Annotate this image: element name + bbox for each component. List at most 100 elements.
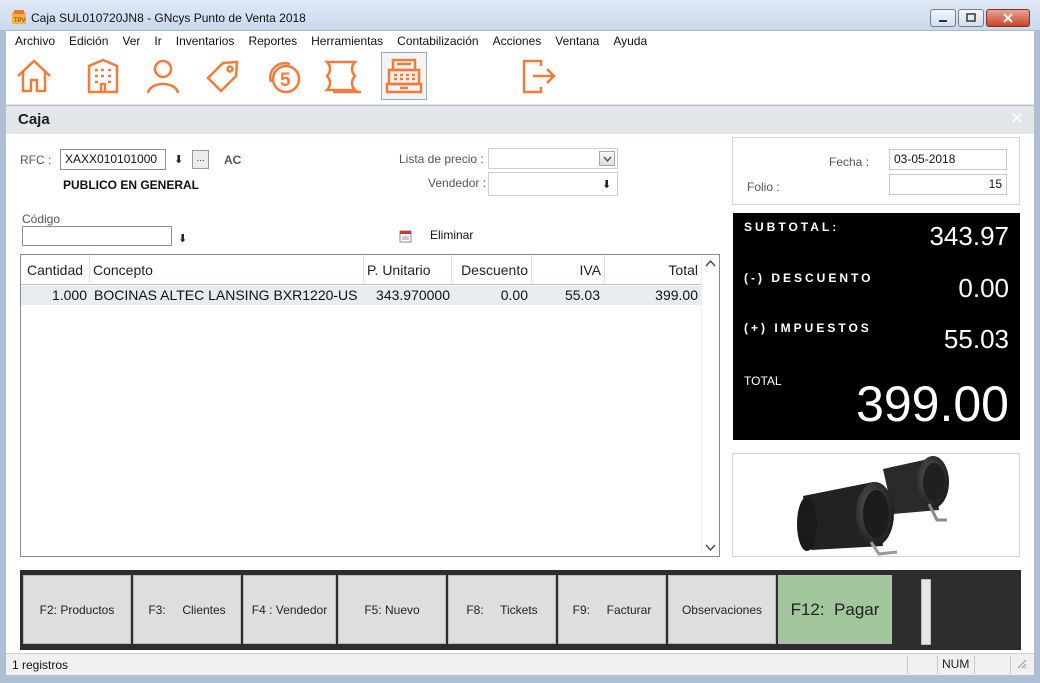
maximize-icon (966, 13, 976, 22)
folio-input[interactable]: 15 (889, 174, 1007, 195)
building-icon (87, 58, 119, 94)
customer-name: PUBLICO EN GENERAL (63, 178, 200, 192)
menu-edicion[interactable]: Edición (69, 34, 108, 48)
subtotal-label: SUBTOTAL: (744, 220, 840, 234)
menu-reportes[interactable]: Reportes (248, 34, 297, 48)
cell-cantidad: 1.000 (51, 287, 87, 303)
grid-header: Cantidad Concepto P. Unitario Descuento … (21, 255, 701, 285)
col-precio-unitario[interactable]: P. Unitario (364, 255, 452, 285)
invoice-button[interactable]: F9: Facturar (558, 575, 666, 644)
seller-download-icon[interactable]: ⬇ (602, 178, 611, 191)
clients-button[interactable]: F3: Clientes (133, 575, 241, 644)
home-button[interactable] (11, 52, 57, 100)
discount-value: 0.00 (958, 273, 1009, 303)
fkeys-scrollbar[interactable] (921, 579, 931, 645)
tax-value: 55.03 (943, 324, 1009, 354)
subtotal-value: 343.97 (929, 221, 1009, 251)
minimize-button[interactable] (930, 9, 956, 27)
folio-label: Folio : (747, 180, 780, 194)
rfc-label: RFC : (20, 153, 52, 167)
code-label: Código (22, 212, 61, 226)
chevron-down-icon (602, 156, 612, 162)
menu-ventana[interactable]: Ventana (555, 34, 599, 48)
exit-icon (522, 59, 556, 94)
menu-herramientas[interactable]: Herramientas (311, 34, 383, 48)
title-bar: TPV Caja SUL010720JN8 - GNcys Punto de V… (0, 0, 1040, 31)
product-image (732, 453, 1020, 557)
col-total[interactable]: Total (605, 255, 701, 285)
minimize-icon (939, 20, 947, 22)
rfc-input[interactable]: XAXX010101000 (60, 149, 166, 170)
discount-label: (-) DESCUENTO (744, 271, 874, 285)
seller-select[interactable]: ⬇ (488, 172, 618, 196)
close-icon (1003, 13, 1013, 23)
num-lock-indicator: NUM (937, 656, 974, 674)
notes-button[interactable]: Observaciones (668, 575, 776, 644)
seller-label: Vendedor : (428, 176, 487, 190)
cell-precio-unitario: 343.970000 (376, 287, 450, 303)
menu-acciones[interactable]: Acciones (493, 34, 542, 48)
menu-contabilizacion[interactable]: Contabilización (397, 34, 478, 48)
date-label: Fecha : (829, 155, 870, 169)
tickets-button[interactable] (320, 52, 366, 100)
menu-ver[interactable]: Ver (122, 34, 140, 48)
status-empty-2 (974, 656, 1010, 674)
col-descuento[interactable]: Descuento (452, 255, 532, 285)
cell-total: 399.00 (655, 287, 698, 303)
chevron-up-icon[interactable] (705, 259, 716, 267)
price-list-select[interactable] (488, 148, 618, 169)
maximize-button[interactable] (958, 9, 984, 27)
tickets-fkey-button[interactable]: F8: Tickets (448, 575, 556, 644)
ticket-icon (323, 60, 361, 94)
total-value: 399.00 (856, 376, 1009, 432)
table-row[interactable]: 1.000 BOCINAS ALTEC LANSING BXR1220-US 3… (21, 286, 701, 305)
delete-icon (399, 230, 412, 243)
status-bar: 1 registros NUM (6, 653, 1034, 675)
menu-ir[interactable]: Ir (154, 34, 161, 48)
code-input[interactable] (22, 226, 172, 246)
cash-register-icon (385, 58, 423, 94)
pos-content: RFC : XAXX010101000 ⬇ ... AC PUBLICO EN … (6, 134, 1034, 653)
close-window-button[interactable] (986, 9, 1030, 27)
rfc-more-button[interactable]: ... (192, 150, 209, 169)
products-button[interactable]: F2: Productos (23, 575, 131, 644)
cash-button[interactable]: 5 (260, 52, 306, 100)
home-icon (17, 59, 51, 93)
logout-button[interactable] (514, 52, 560, 100)
app-icon: TPV (12, 10, 26, 24)
invoice-info: Fecha : 03-05-2018 Folio : 15 (732, 137, 1020, 205)
resize-grip[interactable] (1010, 656, 1034, 674)
col-cantidad[interactable]: Cantidad (24, 255, 90, 285)
coin-icon: 5 (268, 61, 301, 94)
tag-icon (206, 60, 239, 93)
company-button[interactable] (80, 52, 126, 100)
status-empty (907, 656, 937, 674)
menu-inventarios[interactable]: Inventarios (176, 34, 235, 48)
pos-button[interactable] (381, 52, 427, 100)
tax-label: (+) IMPUESTOS (744, 321, 872, 335)
chevron-down-icon[interactable] (705, 544, 716, 552)
menu-ayuda[interactable]: Ayuda (613, 34, 647, 48)
totals-panel: SUBTOTAL: 343.97 (-) DESCUENTO 0.00 (+) … (733, 213, 1020, 440)
cell-iva: 55.03 (564, 287, 600, 303)
grid-scrollbar[interactable] (701, 255, 719, 556)
code-download-icon[interactable]: ⬇ (178, 232, 187, 245)
col-iva[interactable]: IVA (532, 255, 605, 285)
col-concepto[interactable]: Concepto (90, 255, 364, 285)
new-button[interactable]: F5: Nuevo (338, 575, 446, 644)
resize-grip-icon (1017, 659, 1027, 669)
rfc-download-icon[interactable]: ⬇ (174, 153, 183, 166)
speakers-image (797, 456, 949, 556)
seller-button[interactable]: F4 : Vendedor (243, 575, 336, 644)
panel-close-button[interactable]: ✕ (1010, 109, 1024, 129)
date-input[interactable]: 03-05-2018 (889, 149, 1007, 170)
cell-descuento: 0.00 (500, 287, 528, 303)
delete-label: Eliminar (430, 228, 474, 242)
prices-button[interactable] (200, 52, 246, 100)
pay-button[interactable]: F12: Pagar (778, 575, 892, 644)
items-grid[interactable]: Cantidad Concepto P. Unitario Descuento … (20, 254, 720, 557)
user-icon (146, 59, 180, 94)
price-list-dropdown[interactable] (599, 151, 615, 166)
menu-archivo[interactable]: Archivo (15, 34, 55, 48)
customers-button[interactable] (140, 52, 186, 100)
